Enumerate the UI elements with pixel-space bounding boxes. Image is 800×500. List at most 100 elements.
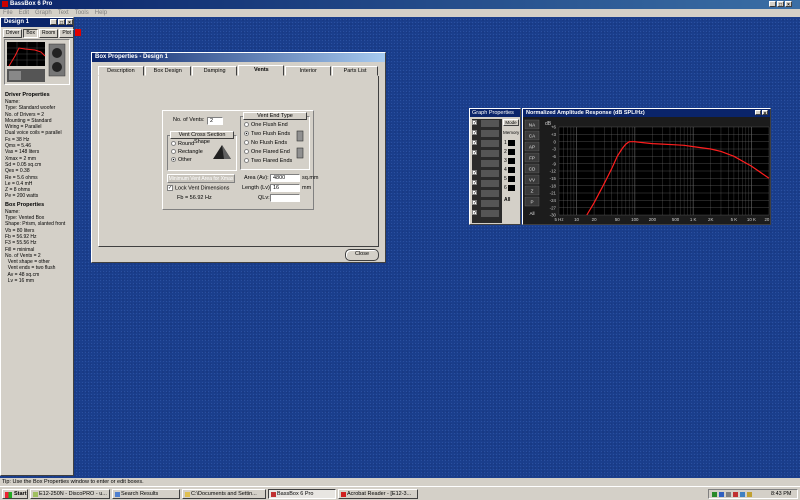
room-button[interactable]: Room — [38, 29, 59, 38]
menu-graph[interactable]: Graph — [35, 9, 52, 17]
num-vents-input[interactable]: 2 — [207, 117, 223, 125]
memory-slot[interactable]: 6 — [504, 184, 518, 193]
volume-icon[interactable] — [747, 492, 752, 497]
menu-help[interactable]: Help — [95, 9, 107, 17]
graph-row-checkbox[interactable]: ✓ — [472, 190, 477, 196]
end-two-flush-option[interactable]: Two Flush Ends — [244, 131, 290, 138]
end-two-flush-radio[interactable] — [244, 131, 249, 137]
close-button[interactable]: Close — [345, 249, 379, 261]
graph-row[interactable]: ✓ — [472, 130, 499, 138]
graph-row-checkbox[interactable]: ✓ — [472, 130, 477, 136]
lock-checkbox[interactable]: ✓ — [167, 185, 173, 191]
tab-description[interactable]: Description — [98, 66, 144, 76]
graph-minimize-icon[interactable] — [755, 110, 761, 115]
tab-damping[interactable]: Damping — [191, 66, 238, 76]
shape-rectangle-option[interactable]: Rectangle — [171, 149, 203, 156]
end-no-flush-radio[interactable] — [244, 140, 249, 146]
taskbar-item[interactable]: C:\Documents and Settin... — [182, 489, 266, 499]
graph-row[interactable]: ✓ — [472, 150, 499, 158]
tab-vents[interactable]: Vents — [238, 65, 285, 76]
app-icon — [2, 1, 8, 7]
graph-row-checkbox[interactable]: ✓ — [472, 120, 477, 126]
memory-slot[interactable]: 4 — [504, 166, 518, 175]
design-minimize-icon[interactable]: _ — [50, 19, 57, 26]
graph-row[interactable]: ✓ — [472, 170, 499, 178]
design-maximize-icon[interactable]: □ — [58, 19, 65, 26]
qlv-input[interactable] — [270, 194, 300, 202]
end-one-flush-radio[interactable] — [244, 122, 249, 128]
graph-row[interactable]: ✓ — [472, 120, 499, 128]
memory-slot[interactable]: 5 — [504, 175, 518, 184]
menu-text[interactable]: Text — [58, 9, 69, 17]
menu-edit[interactable]: Edit — [19, 9, 29, 17]
menu-tools[interactable]: Tools — [75, 9, 89, 17]
end-one-flush-label: One Flush End — [251, 122, 288, 128]
graph-window-title: Normalized Amplitude Response (dB SPL/Hz… — [526, 110, 645, 116]
graph-properties-title: Graph Properties — [472, 110, 514, 116]
tray-icon[interactable] — [733, 492, 738, 497]
start-button[interactable]: Start — [2, 489, 28, 499]
graph-window-title-bar: Normalized Amplitude Response (dB SPL/Hz… — [523, 109, 770, 117]
lock-vent-dimensions[interactable]: ✓ Lock Vent Dimensions — [167, 185, 229, 192]
graph-row-checkbox[interactable]: ✓ — [472, 200, 477, 206]
memory-all-label[interactable]: All — [504, 197, 510, 203]
menu-file[interactable]: File — [3, 9, 13, 17]
x-tick-label: 5 K — [731, 217, 738, 222]
maximize-icon[interactable]: □ — [777, 1, 784, 8]
graph-close-icon[interactable]: × — [762, 110, 768, 117]
tab-interior[interactable]: Interior — [285, 66, 332, 76]
y-tick-label: +6 — [551, 125, 557, 130]
shape-round-label: Round — [178, 141, 195, 147]
graph-row-checkbox[interactable]: ✓ — [472, 180, 477, 186]
end-no-flush-option[interactable]: No Flush Ends — [244, 140, 287, 147]
box-button[interactable]: Box — [23, 29, 38, 38]
shape-rectangle-label: Rectangle — [178, 149, 203, 155]
tab-box-design[interactable]: Box Design — [144, 66, 191, 76]
graph-row[interactable]: ✓ — [472, 180, 499, 188]
shape-round-radio[interactable] — [171, 141, 176, 147]
end-one-flared-radio[interactable] — [244, 149, 249, 155]
end-two-flared-radio[interactable] — [244, 158, 249, 164]
length-input[interactable]: 16 — [270, 184, 300, 192]
end-one-flush-option[interactable]: One Flush End — [244, 122, 288, 129]
memory-slot[interactable]: 3 — [504, 157, 518, 166]
taskbar-item[interactable]: Search Results — [112, 489, 180, 499]
graph-row[interactable]: ✓ — [472, 190, 499, 198]
taskbar-item[interactable]: E12-250N - DiscoPRO - u... — [30, 489, 110, 499]
y-tick-label: -24 — [550, 198, 557, 203]
length-label: Length (Lv): — [242, 185, 272, 191]
tab-parts-list[interactable]: Parts List — [332, 66, 378, 76]
shape-other-radio[interactable] — [171, 157, 176, 163]
graph-row-checkbox[interactable]: ✓ — [472, 210, 477, 216]
tray-icon[interactable] — [740, 492, 745, 497]
minimize-icon[interactable]: _ — [769, 1, 776, 8]
graph-row-checkbox[interactable]: ✓ — [472, 150, 477, 156]
shape-other-option[interactable]: Other — [171, 157, 192, 164]
mode-button[interactable]: Mode — [503, 119, 519, 126]
shape-round-option[interactable]: Round — [171, 141, 194, 148]
end-one-flared-label: One Flared End — [251, 149, 290, 155]
close-icon[interactable]: × — [785, 1, 792, 8]
driver-button[interactable]: Driver — [3, 29, 23, 38]
taskbar-item[interactable]: Acrobat Reader - [E12-3... — [338, 489, 418, 499]
area-input[interactable]: 4800 — [270, 174, 300, 182]
taskbar-item-active[interactable]: BassBox 6 Pro — [268, 489, 336, 499]
end-one-flared-option[interactable]: One Flared End — [244, 149, 290, 156]
end-two-flared-option[interactable]: Two Flared Ends — [244, 158, 292, 165]
graph-row[interactable]: ✓ — [472, 140, 499, 148]
memory-slot[interactable]: 2 — [504, 148, 518, 157]
minimum-vent-area-button[interactable]: Minimum Vent Area for Xmax — [167, 174, 235, 183]
graph-row[interactable]: ✓ — [472, 210, 499, 218]
graph-row-checkbox[interactable]: ✓ — [472, 140, 477, 146]
design-close-icon[interactable]: × — [66, 19, 73, 26]
graph-type-icon — [481, 170, 499, 177]
plot-button[interactable]: Plot — [59, 29, 74, 38]
tray-icon[interactable] — [719, 492, 724, 497]
graph-row-checkbox[interactable]: ✓ — [472, 170, 477, 176]
y-tick-label: -9 — [552, 161, 556, 166]
network-icon[interactable] — [712, 492, 717, 497]
memory-slot[interactable]: 1 — [504, 139, 518, 148]
tray-icon[interactable] — [726, 492, 731, 497]
shape-rectangle-radio[interactable] — [171, 149, 176, 155]
graph-row[interactable]: ✓ — [472, 200, 499, 208]
